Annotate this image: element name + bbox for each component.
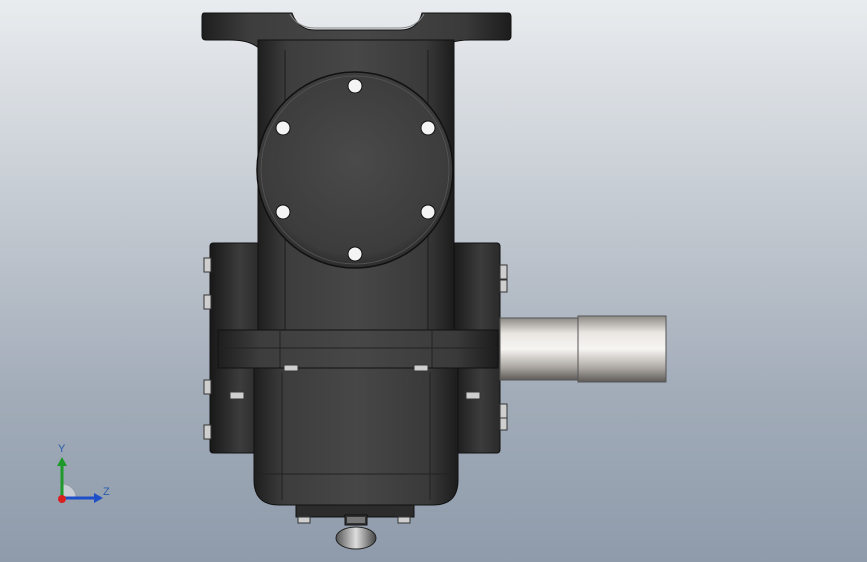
output-shaft-collar (499, 317, 579, 381)
output-shaft (577, 315, 667, 383)
z-axis-arrow-icon (94, 493, 103, 503)
bolt-hole-icon (347, 78, 363, 94)
bolt-hole-icon (275, 120, 291, 136)
drain-plug (335, 526, 377, 550)
gearbox-model[interactable] (0, 0, 867, 562)
cover-plate (256, 71, 454, 269)
cad-viewport[interactable]: Y Z (0, 0, 867, 562)
bolt-hole-icon (420, 204, 436, 220)
middle-flange (217, 329, 499, 369)
bolt-hole-icon (275, 204, 291, 220)
z-axis-label: Z (103, 486, 110, 498)
bolt-hole-icon (347, 246, 363, 262)
x-axis-dot-icon (58, 495, 66, 503)
lower-housing (253, 367, 459, 506)
triad-graphic (57, 457, 103, 503)
orientation-triad[interactable]: Y Z (40, 440, 120, 510)
bolt-hole-icon (420, 120, 436, 136)
y-axis-label: Y (58, 443, 66, 455)
y-axis-arrow-icon (57, 457, 67, 466)
